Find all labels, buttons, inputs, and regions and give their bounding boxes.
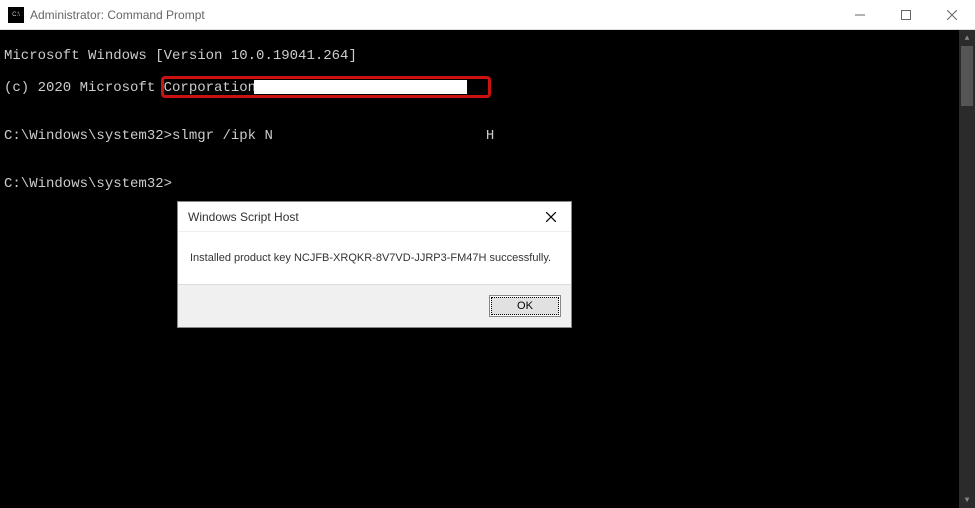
dialog-footer: OK — [178, 284, 571, 327]
dialog-message: Installed product key NCJFB-XRQKR-8V7VD-… — [178, 232, 571, 284]
scroll-thumb[interactable] — [961, 46, 973, 106]
cmd-icon — [8, 7, 24, 23]
scrollbar[interactable]: ▲ ▼ — [959, 30, 975, 508]
dialog-title: Windows Script Host — [188, 210, 531, 224]
window-title: Administrator: Command Prompt — [30, 8, 837, 22]
command-text: slmgr /ipk N — [172, 128, 273, 144]
prompt-2: C:\Windows\system32> — [4, 176, 172, 192]
script-host-dialog: Windows Script Host Installed product ke… — [177, 201, 572, 328]
version-line: Microsoft Windows [Version 10.0.19041.26… — [4, 48, 955, 64]
scroll-down-icon[interactable]: ▼ — [959, 492, 975, 508]
dialog-close-button[interactable] — [531, 202, 571, 232]
prompt-1: C:\Windows\system32> — [4, 128, 172, 144]
command-text-tail: H — [486, 128, 494, 144]
command-line-1: C:\Windows\system32>slmgr /ipk N H — [4, 128, 955, 144]
dialog-titlebar[interactable]: Windows Script Host — [178, 202, 571, 232]
scroll-up-icon[interactable]: ▲ — [959, 30, 975, 46]
window-controls — [837, 0, 975, 29]
titlebar: Administrator: Command Prompt — [0, 0, 975, 30]
minimize-button[interactable] — [837, 0, 883, 30]
close-button[interactable] — [929, 0, 975, 30]
ok-button[interactable]: OK — [489, 295, 561, 317]
command-line-2: C:\Windows\system32> — [4, 176, 955, 192]
maximize-button[interactable] — [883, 0, 929, 30]
redaction-overlay — [254, 80, 467, 94]
copyright-line: (c) 2020 Microsoft Corporation. All righ… — [4, 80, 955, 96]
